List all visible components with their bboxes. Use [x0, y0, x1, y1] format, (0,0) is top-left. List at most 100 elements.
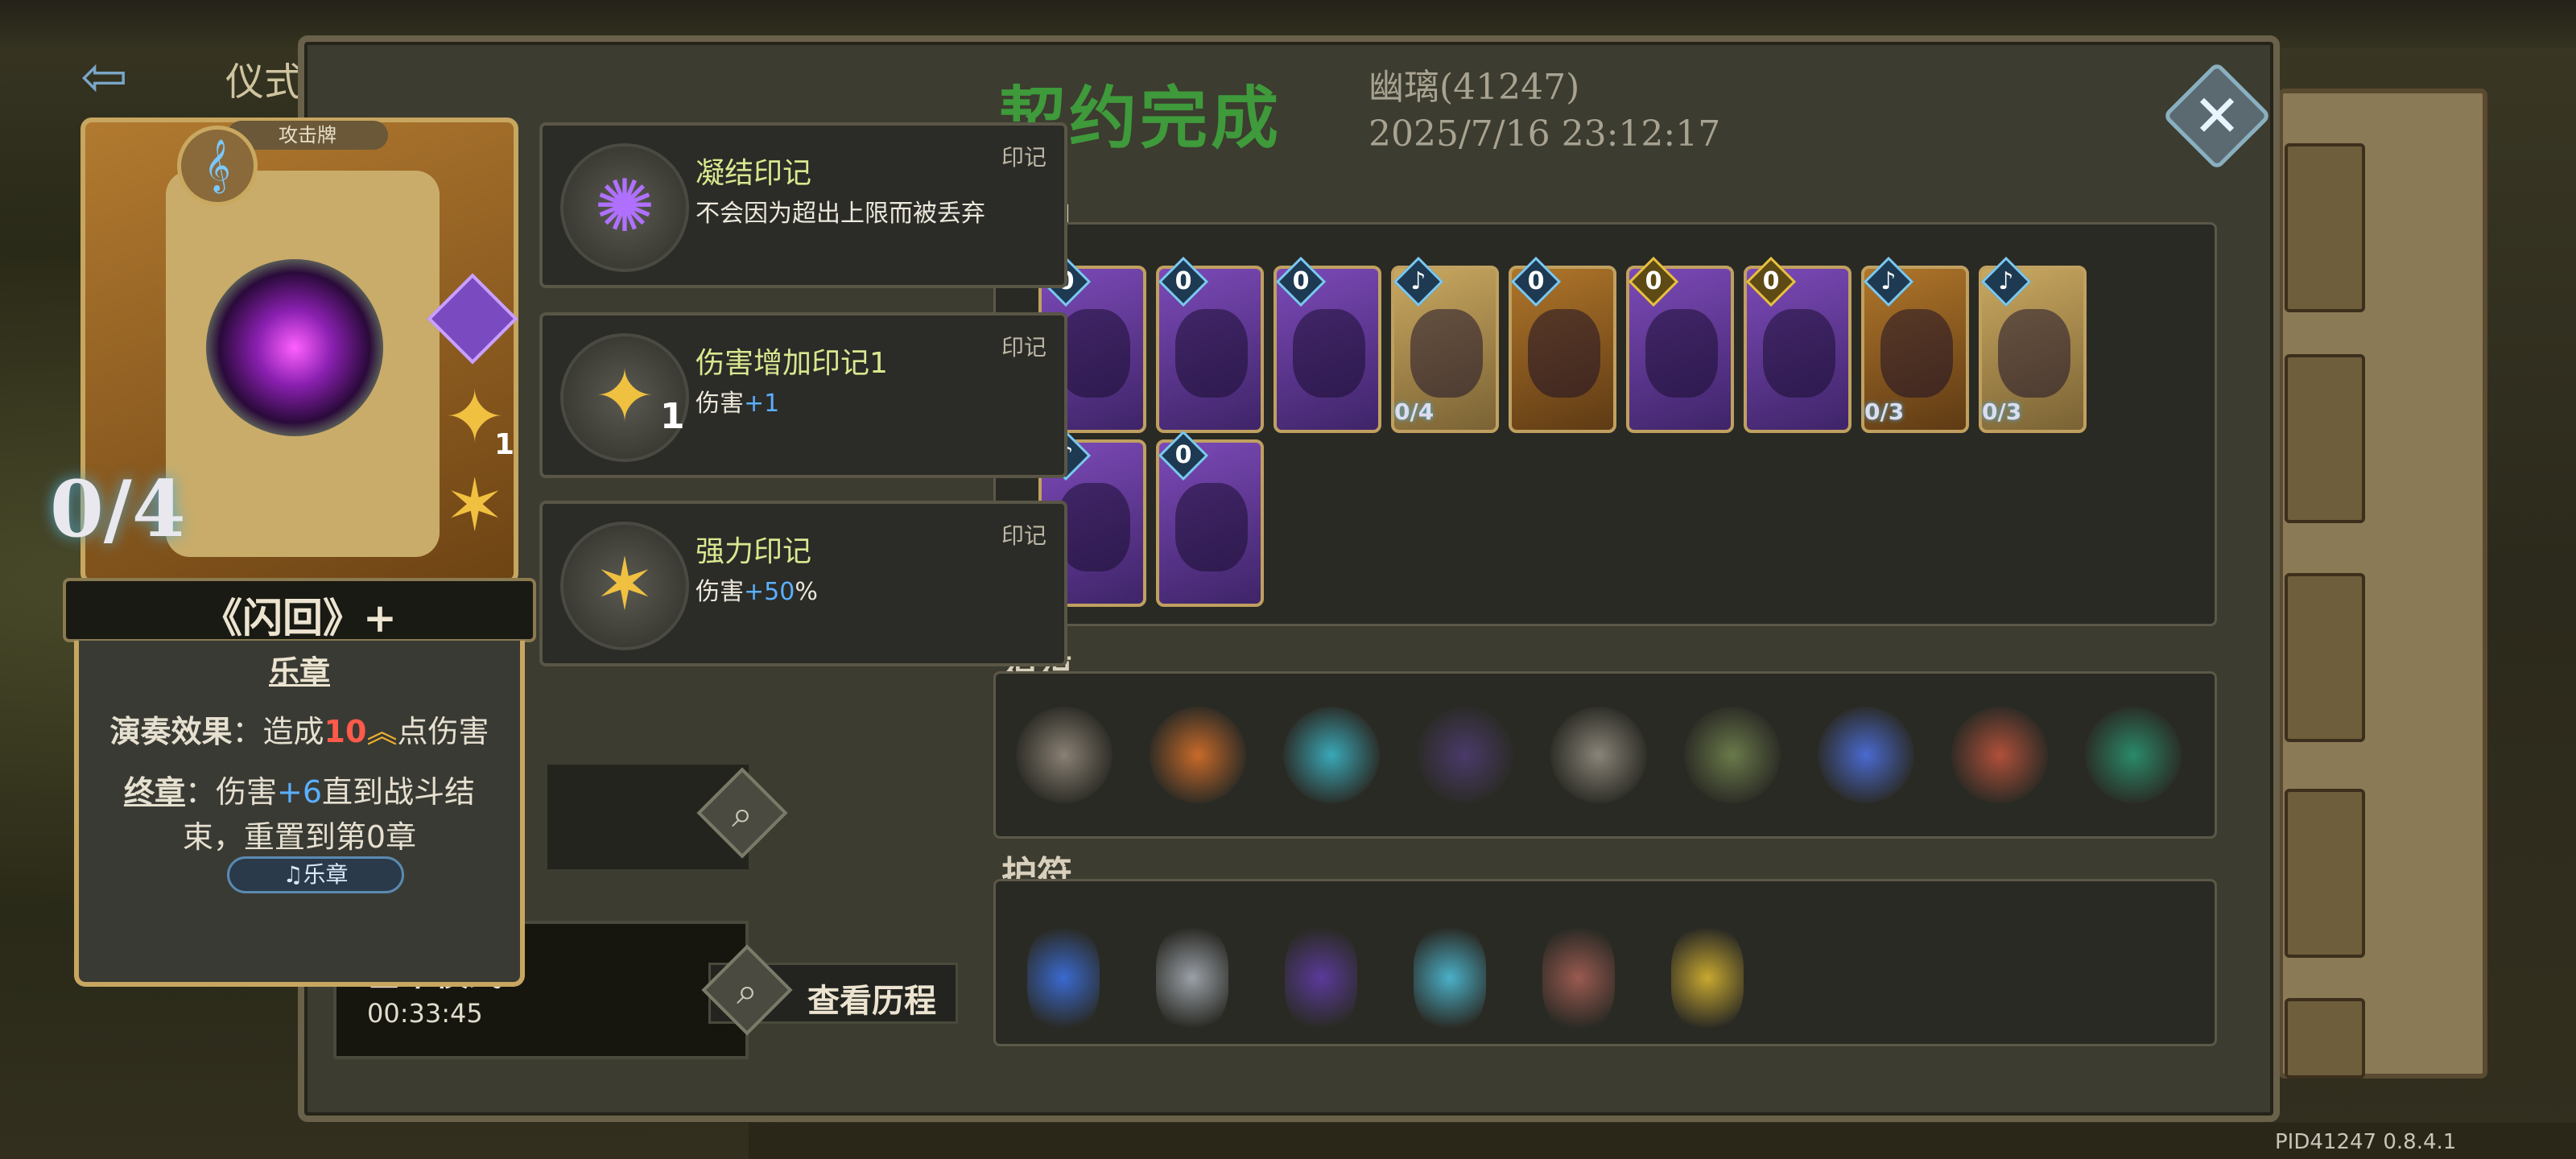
sigil-tag: 印记 [1001, 334, 1046, 361]
brain-upgrade-icon[interactable] [1951, 707, 2048, 803]
card-name-bar: 《闪回》+ [63, 578, 536, 642]
card-art [1763, 309, 1835, 398]
brain-sigil-icon: ✺ [560, 143, 689, 272]
card-art [1058, 483, 1130, 571]
golden-key-amulet-icon[interactable] [1671, 926, 1744, 1030]
sigil-tooltip: ✦ 1 伤害增加印记1 伤害+1 印记 [539, 312, 1067, 478]
view-history-label: 查看历程 [807, 983, 936, 1020]
card-progress: 0/4 [50, 464, 186, 555]
meditation-icon[interactable] [1684, 707, 1781, 803]
board-slot [2285, 143, 2365, 312]
card-cost: ♪ [1998, 267, 2014, 295]
effect-line: 演奏效果：造成10︽点伤害 [79, 707, 520, 751]
finale-value: +6 [276, 774, 323, 810]
sigil-description: 伤害+50% [696, 578, 818, 606]
blue-crystal-amulet-icon[interactable] [1027, 926, 1100, 1030]
deck-card[interactable]: 0 [1274, 256, 1381, 433]
card-tag-label: 乐章 [303, 861, 349, 888]
purple-gem-amulet-icon[interactable] [1285, 926, 1357, 1030]
prism-icon[interactable] [1818, 707, 1914, 803]
deck-card[interactable]: 0 [1156, 256, 1264, 433]
board-slot [2285, 354, 2365, 523]
deck-card[interactable]: ♪ 0/3 [1861, 256, 1969, 433]
silver-stone-amulet-icon[interactable] [1156, 926, 1228, 1030]
sigil-tag: 印记 [1001, 144, 1046, 171]
void-orb-icon [206, 259, 383, 436]
board-slot [2285, 998, 2365, 1079]
card-art [1293, 309, 1365, 398]
upgrade-chevron-icon: ︽ [366, 714, 398, 749]
crystal-icon[interactable] [1550, 707, 1647, 803]
effect-value: 10 [324, 714, 367, 749]
selected-card-detail: 攻击牌 𝄞 ✦ 1 ✶ 0/4 《闪回》+ 乐章 演奏效果：造成10︽点伤害 终… [50, 118, 536, 987]
sigil-tag: 印记 [1001, 522, 1046, 549]
finale-prefix: ：伤害 [184, 774, 277, 810]
deck-card[interactable]: 0 [1509, 256, 1616, 433]
music-note-icon: ♫ [283, 861, 303, 888]
timestamp: 2025/7/16 23:12:17 [1368, 113, 1721, 155]
sigil-stack-count: 1 [660, 396, 685, 437]
deck-card[interactable]: ♪ 0/3 [1979, 256, 2087, 433]
sigil-tooltip: ✺ 凝结印记不会因为超出上限而被丢弃 印记 [539, 122, 1067, 288]
back-arrow-icon[interactable]: ⇦ [80, 48, 169, 105]
board-slot [2285, 789, 2365, 958]
blue-card-icon[interactable] [1283, 707, 1380, 803]
close-icon: ✕ [2192, 82, 2242, 150]
card-cost: 0 [1762, 267, 1780, 295]
card-art [1175, 483, 1248, 571]
card-progress: 0/3 [1982, 398, 2022, 425]
red-helmet-amulet-icon[interactable] [1542, 926, 1615, 1030]
background-title: 仪式 [225, 60, 303, 105]
beast-icon[interactable] [1417, 707, 1513, 803]
magnifier-icon: ⌕ [732, 792, 753, 835]
card-cost: 0 [1174, 441, 1192, 469]
deck-card[interactable]: 0 [1744, 256, 1852, 433]
card-cost: 0 [1527, 267, 1545, 295]
mode-time: 00:33:45 [367, 998, 483, 1029]
card-tag: ♫乐章 [227, 856, 404, 893]
cards-icon[interactable] [1016, 707, 1113, 803]
spark-sigil-icon: ✶ [560, 522, 689, 650]
sigil-title: 伤害增加印记1 [696, 347, 888, 380]
deck-card[interactable]: 0 [1626, 256, 1734, 433]
finale-label[interactable]: 终章 [124, 774, 185, 810]
keyword-movement[interactable]: 乐章 [79, 647, 520, 691]
card-progress: 0/3 [1864, 398, 1905, 425]
deck-card[interactable]: ♪ 0/4 [1391, 256, 1499, 433]
magnifier-icon: ⌕ [737, 969, 758, 1013]
music-note-icon: 𝄞 [177, 126, 258, 206]
card-art [1410, 309, 1483, 398]
board-slot [2285, 573, 2365, 742]
sigil-title: 凝结印记 [696, 157, 812, 190]
card-description: 乐章 演奏效果：造成10︽点伤害 终章：伤害+6直到战斗结束，重置到第0章 [74, 641, 525, 987]
card-cost: 0 [1645, 267, 1662, 295]
card-art [1058, 309, 1130, 398]
effect-label: 演奏效果 [109, 714, 233, 749]
sigil-title: 强力印记 [696, 535, 812, 568]
effect-suffix: 点伤害 [397, 714, 489, 749]
finale-line: 终章：伤害+6直到战斗结束，重置到第0章 [103, 769, 496, 860]
dagger-icon[interactable] [1150, 707, 1246, 803]
sitting-figure-icon[interactable] [2085, 707, 2182, 803]
card-art [1175, 309, 1248, 398]
spark-sigil-icon: ✶ [444, 464, 506, 548]
player-info: 幽璃(41247) 2025/7/16 23:12:17 [1368, 64, 1720, 158]
version-label: PID41247 0.8.4.1 [2275, 1130, 2457, 1154]
card-cost: 0 [1292, 267, 1310, 295]
card-cost: 0 [1174, 267, 1192, 295]
effect-prefix: ：造成 [232, 714, 324, 749]
card-art [1998, 309, 2070, 398]
lantern-amulet-icon[interactable] [1414, 926, 1486, 1030]
card-name: 《闪回》+ [202, 594, 397, 641]
deck-card[interactable]: 0 [1156, 430, 1264, 607]
card-cost: ♪ [1880, 267, 1897, 295]
player-name: 幽璃(41247) [1368, 67, 1580, 108]
sigil-tooltip: ✶ 强力印记伤害+50% 印记 [539, 501, 1067, 666]
sigil-description: 伤害+1 [696, 390, 780, 418]
card-cost: ♪ [1410, 267, 1426, 295]
card-progress: 0/4 [1394, 398, 1435, 425]
card-art [1880, 309, 1953, 398]
sigil-count: 1 [494, 428, 515, 461]
card-art [1528, 309, 1600, 398]
sigil-description: 不会因为超出上限而被丢弃 [696, 200, 985, 228]
